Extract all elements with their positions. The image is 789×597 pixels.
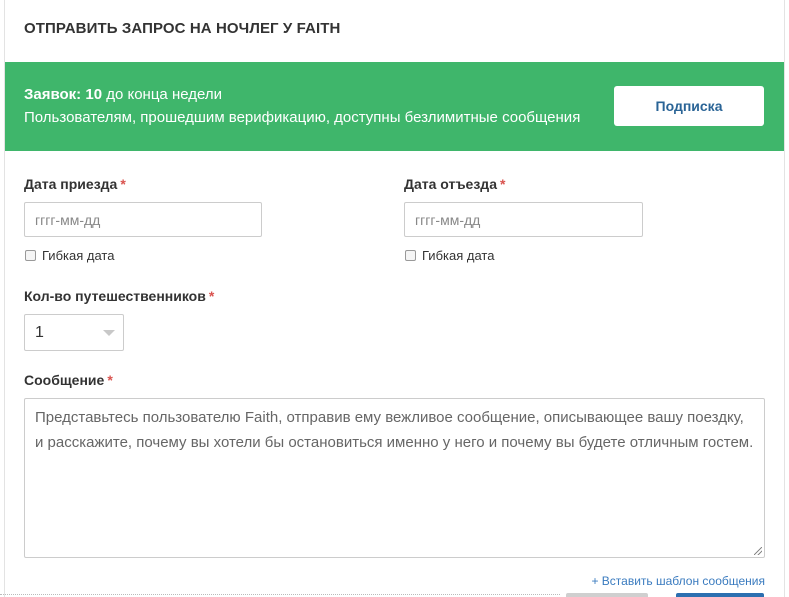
subscribe-button[interactable]: Подписка (614, 86, 764, 126)
request-panel: ОТПРАВИТЬ ЗАПРОС НА НОЧЛЕГ У FAITH Заяво… (4, 0, 785, 597)
arrival-flexible-checkbox[interactable] (25, 250, 36, 261)
departure-date-label: Дата отъезда * (404, 176, 505, 192)
resize-grip-icon[interactable] (754, 547, 762, 555)
departure-flexible-label: Гибкая дата (422, 248, 495, 263)
requests-label: Заявок: (24, 86, 82, 103)
primary-button-edge[interactable] (676, 593, 764, 597)
chevron-down-icon (103, 330, 115, 336)
message-textarea[interactable]: Представьтесь пользователю Faith, отправ… (24, 398, 765, 558)
footer-buttons-edge (0, 592, 789, 597)
travelers-select[interactable]: 1 (24, 314, 124, 351)
requests-suffix: до конца недели (106, 86, 222, 103)
requests-count: 10 (85, 86, 103, 103)
message-label: Сообщение * (24, 372, 113, 388)
required-mark: * (208, 288, 215, 304)
page-title: ОТПРАВИТЬ ЗАПРОС НА НОЧЛЕГ У FAITH (24, 20, 341, 37)
arrival-flexible-label: Гибкая дата (42, 248, 115, 263)
message-label-text: Сообщение (24, 372, 105, 388)
required-mark: * (499, 176, 506, 192)
travelers-label: Кол-во путешественников * (24, 288, 214, 304)
insert-template-link[interactable]: + Вставить шаблон сообщения (591, 574, 765, 588)
secondary-button-edge[interactable] (566, 593, 648, 597)
arrival-date-label: Дата приезда * (24, 176, 126, 192)
departure-date-input[interactable] (404, 202, 643, 237)
arrival-flexible-row[interactable]: Гибкая дата (25, 248, 114, 263)
departure-date-label-text: Дата отъезда (404, 176, 497, 192)
message-placeholder: Представьтесь пользователю Faith, отправ… (35, 409, 754, 451)
travelers-label-text: Кол-во путешественников (24, 288, 206, 304)
arrival-date-input[interactable] (24, 202, 262, 237)
departure-flexible-row[interactable]: Гибкая дата (405, 248, 494, 263)
request-limit-banner: Заявок: 10 до конца недели Пользователям… (5, 62, 784, 151)
required-mark: * (107, 372, 113, 388)
travelers-selected-value: 1 (35, 323, 44, 341)
requests-remaining: Заявок: 10 до конца недели (24, 86, 222, 103)
verification-info: Пользователям, прошедшим верификацию, до… (24, 109, 581, 126)
arrival-date-label-text: Дата приезда (24, 176, 118, 192)
divider (0, 594, 560, 595)
departure-flexible-checkbox[interactable] (405, 250, 416, 261)
required-mark: * (120, 176, 126, 192)
